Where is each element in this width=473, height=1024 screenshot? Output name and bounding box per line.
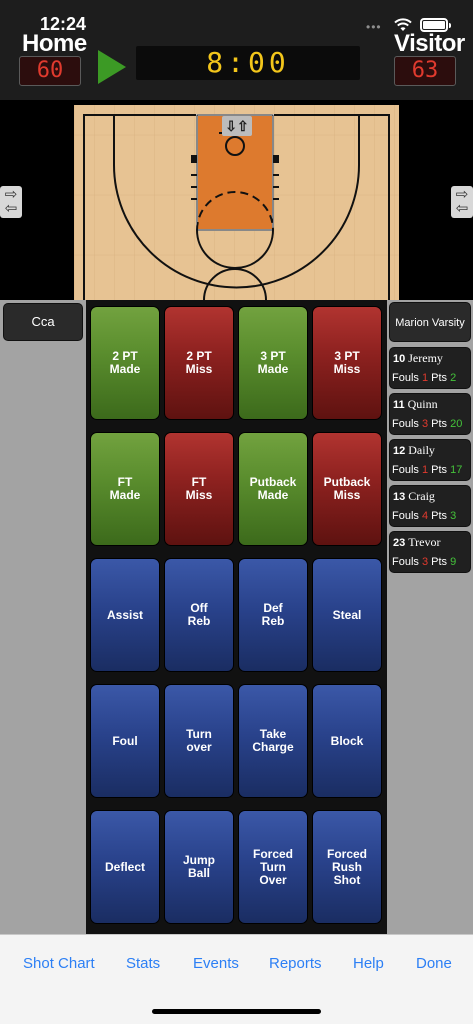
pts-value: 20 bbox=[450, 418, 463, 430]
visitor-team-button[interactable]: Marion Varsity bbox=[389, 302, 471, 342]
court-area: ⇨ ⇦ ⇩⇧ ⇨ ⇦ bbox=[0, 100, 473, 300]
visitor-roster-panel: Marion Varsity 10 Jeremy Fouls 1 Pts 2 11 Qu… bbox=[387, 300, 473, 934]
home-indicator bbox=[152, 1009, 321, 1014]
home-score[interactable]: 60 bbox=[19, 56, 81, 86]
play-icon[interactable] bbox=[98, 50, 126, 84]
fouls-value: 1 bbox=[421, 372, 429, 384]
fouls-label: Fouls bbox=[392, 372, 419, 384]
home-label: Home bbox=[22, 30, 87, 57]
stat-button-2-pt-made[interactable]: 2 PT Made bbox=[90, 306, 160, 420]
player-first-name: Jeremy bbox=[408, 351, 443, 365]
player-name: 11 Quinn bbox=[393, 397, 438, 412]
player-number: 12 bbox=[393, 445, 406, 457]
stat-button-take-charge[interactable]: Take Charge bbox=[238, 684, 308, 798]
fouls-value: 3 bbox=[421, 556, 429, 568]
player-card[interactable]: 12 Daily Fouls 1 Pts 17 bbox=[389, 439, 471, 481]
stats-button[interactable]: Stats bbox=[126, 955, 160, 972]
stat-button-ft-made[interactable]: FT Made bbox=[90, 432, 160, 546]
stat-button-grid: 2 PT Made 2 PT Miss 3 PT Made 3 PT Miss FT M… bbox=[86, 300, 387, 934]
stat-button-assist[interactable]: Assist bbox=[90, 558, 160, 672]
fouls-value: 3 bbox=[421, 418, 429, 430]
player-card[interactable]: 23 Trevor Fouls 3 Pts 9 bbox=[389, 531, 471, 573]
stat-button-turn-over[interactable]: Turn over bbox=[164, 684, 234, 798]
player-number: 23 bbox=[393, 537, 406, 549]
player-name: 13 Craig bbox=[393, 489, 435, 504]
home-roster-panel: Cca bbox=[0, 300, 86, 934]
visitor-score[interactable]: 63 bbox=[394, 56, 456, 86]
pts-value: 2 bbox=[450, 372, 457, 384]
stat-button-putback-miss[interactable]: Putback Miss bbox=[312, 432, 382, 546]
stat-button-foul[interactable]: Foul bbox=[90, 684, 160, 798]
pts-value: 9 bbox=[450, 556, 457, 568]
pts-label: Pts bbox=[431, 464, 448, 476]
stat-button-jump-ball[interactable]: Jump Ball bbox=[164, 810, 234, 924]
swap-side-right-icon[interactable]: ⇨ ⇦ bbox=[451, 186, 473, 218]
pts-label: Pts bbox=[431, 556, 448, 568]
swap-side-left-icon[interactable]: ⇨ ⇦ bbox=[0, 186, 22, 218]
stat-button-3-pt-miss[interactable]: 3 PT Miss bbox=[312, 306, 382, 420]
player-name: 12 Daily bbox=[393, 443, 435, 458]
player-stats-line: Fouls 3 Pts 20 bbox=[392, 418, 462, 430]
pts-label: Pts bbox=[431, 510, 448, 522]
player-card[interactable]: 11 Quinn Fouls 3 Pts 20 bbox=[389, 393, 471, 435]
stat-button-forced-turn-over[interactable]: Forced Turn Over bbox=[238, 810, 308, 924]
pts-value: 17 bbox=[450, 464, 463, 476]
fouls-value: 1 bbox=[421, 464, 429, 476]
player-stats-line: Fouls 3 Pts 9 bbox=[392, 556, 456, 568]
stat-button-steal[interactable]: Steal bbox=[312, 558, 382, 672]
player-card[interactable]: 13 Craig Fouls 4 Pts 3 bbox=[389, 485, 471, 527]
status-dots: ••• bbox=[366, 20, 382, 34]
player-first-name: Trevor bbox=[408, 535, 441, 549]
player-name: 23 Trevor bbox=[393, 535, 440, 550]
fouls-value: 4 bbox=[421, 510, 429, 522]
fouls-label: Fouls bbox=[392, 556, 419, 568]
stat-button-off-reb[interactable]: Off Reb bbox=[164, 558, 234, 672]
player-number: 10 bbox=[393, 353, 406, 365]
home-team-button[interactable]: Cca bbox=[3, 303, 83, 341]
scoreboard: 12:24 ••• Home 60 8:00 Visitor 63 bbox=[0, 0, 473, 100]
stat-button-3-pt-made[interactable]: 3 PT Made bbox=[238, 306, 308, 420]
stat-button-forced-rush-shot[interactable]: Forced Rush Shot bbox=[312, 810, 382, 924]
fouls-label: Fouls bbox=[392, 510, 419, 522]
player-number: 11 bbox=[393, 399, 405, 411]
events-button[interactable]: Events bbox=[193, 955, 239, 972]
player-stats-line: Fouls 4 Pts 3 bbox=[392, 510, 456, 522]
player-first-name: Craig bbox=[408, 489, 435, 503]
player-first-name: Quinn bbox=[407, 397, 438, 411]
visitor-label: Visitor bbox=[394, 30, 465, 57]
stat-button-ft-miss[interactable]: FT Miss bbox=[164, 432, 234, 546]
pts-label: Pts bbox=[431, 418, 448, 430]
player-name: 10 Jeremy bbox=[393, 351, 443, 366]
stat-button-deflect[interactable]: Deflect bbox=[90, 810, 160, 924]
reports-button[interactable]: Reports bbox=[269, 955, 322, 972]
pts-label: Pts bbox=[431, 372, 448, 384]
fouls-label: Fouls bbox=[392, 418, 419, 430]
player-card[interactable]: 10 Jeremy Fouls 1 Pts 2 bbox=[389, 347, 471, 389]
stat-button-block[interactable]: Block bbox=[312, 684, 382, 798]
player-first-name: Daily bbox=[408, 443, 435, 457]
done-button[interactable]: Done bbox=[416, 955, 452, 972]
player-stats-line: Fouls 1 Pts 17 bbox=[392, 464, 462, 476]
player-number: 13 bbox=[393, 491, 406, 503]
pts-value: 3 bbox=[450, 510, 457, 522]
swap-direction-icon[interactable]: ⇩⇧ bbox=[222, 116, 252, 136]
fouls-label: Fouls bbox=[392, 464, 419, 476]
stat-button-putback-made[interactable]: Putback Made bbox=[238, 432, 308, 546]
shot-chart-button[interactable]: Shot Chart bbox=[23, 955, 95, 972]
stat-button-2-pt-miss[interactable]: 2 PT Miss bbox=[164, 306, 234, 420]
player-stats-line: Fouls 1 Pts 2 bbox=[392, 372, 456, 384]
help-button[interactable]: Help bbox=[353, 955, 384, 972]
stat-button-def-reb[interactable]: Def Reb bbox=[238, 558, 308, 672]
game-clock[interactable]: 8:00 bbox=[136, 46, 360, 80]
